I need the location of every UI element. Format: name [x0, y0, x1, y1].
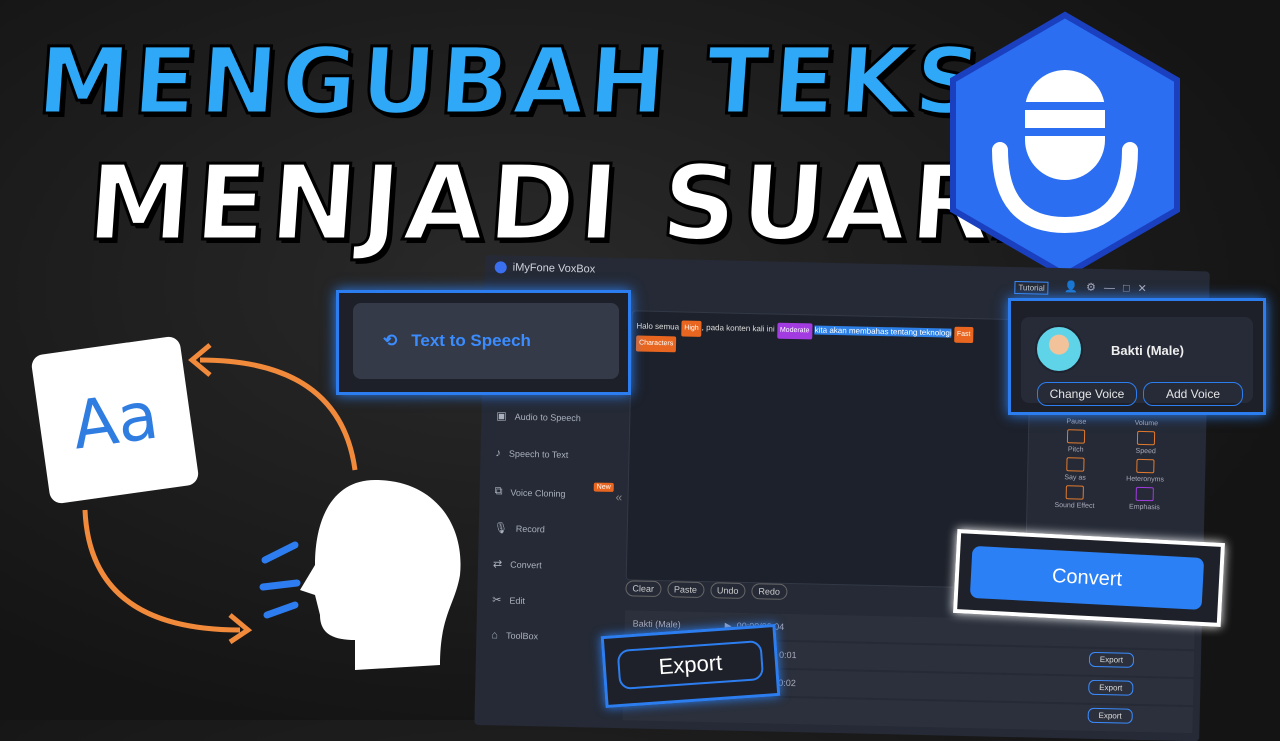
text-to-speech-highlight: ⟲ Text to Speech — [336, 290, 631, 395]
tool-pitch[interactable]: Pitch — [1041, 429, 1112, 455]
editor-toolbar: Clear Paste Undo Redo — [625, 580, 788, 600]
scissors-icon: ✂ — [492, 594, 502, 607]
sidebar-item-toolbox[interactable]: ⌂ ToolBox — [491, 629, 538, 642]
audio-icon: ▣ — [496, 410, 507, 423]
export-button[interactable]: Export — [1087, 707, 1133, 724]
segment-text: pada konten kali ini — [706, 323, 775, 334]
headline-line1: MENGUBAH TEKS — [33, 27, 991, 137]
window-title: iMyFone VoxBox — [512, 261, 596, 276]
tool-heteronyms[interactable]: Heteronyms — [1110, 458, 1181, 484]
convert-button[interactable]: Convert — [969, 545, 1205, 610]
sound-effect-icon — [1065, 485, 1084, 500]
convert-highlight: Convert — [952, 529, 1226, 627]
add-voice-button[interactable]: Add Voice — [1143, 382, 1243, 406]
mic-icon: 🎙 — [493, 522, 508, 535]
sidebar-item-edit[interactable]: ✂ Edit — [492, 593, 525, 607]
tutorial-button[interactable]: Tutorial — [1014, 281, 1049, 295]
voice-name: Bakti (Male) — [1111, 343, 1184, 358]
undo-button[interactable]: Undo — [709, 582, 746, 599]
tool-pause[interactable]: Pause — [1041, 418, 1111, 427]
pitch-icon — [1066, 429, 1086, 444]
speech-text-icon: ♪ — [495, 447, 502, 460]
change-voice-button[interactable]: Change Voice — [1037, 382, 1137, 406]
sidebar-item-convert[interactable]: ⇄ Convert — [493, 557, 542, 571]
emphasis-icon — [1135, 486, 1154, 502]
tts-icon: ⟲ — [383, 331, 398, 350]
speaking-head-icon — [259, 480, 461, 670]
tool-speed[interactable]: Speed — [1111, 430, 1182, 456]
segment-text: Halo semua — [636, 321, 680, 332]
speed-icon — [1136, 430, 1156, 446]
clone-icon: ⧉ — [494, 485, 503, 498]
segment-text-selected: kita akan membahas tentang teknologi — [814, 325, 952, 338]
redo-button[interactable]: Redo — [751, 583, 788, 600]
characters-tag[interactable]: Characters — [635, 335, 677, 353]
collapse-icon[interactable]: « — [615, 490, 622, 504]
export-button-large[interactable]: Export — [616, 639, 765, 691]
sidebar-item-voice-cloning[interactable]: ⧉ Voice Cloning New — [494, 482, 614, 501]
new-badge: New — [593, 482, 614, 492]
tool-grid: Pause Volume Pitch Speed Say as Heterony… — [1039, 418, 1181, 512]
toolbox-icon: ⌂ — [491, 629, 499, 642]
voxbox-logo-icon — [950, 11, 1180, 279]
app-logo-icon — [494, 261, 507, 274]
sidebar-item-audio-to-speech[interactable]: ▣ Audio to Speech — [496, 409, 581, 424]
sidebar-item-text-to-speech[interactable]: ⟲ Text to Speech — [353, 303, 619, 379]
window-controls[interactable]: 👤⚙—□✕ — [1064, 280, 1155, 295]
tool-emphasis[interactable]: Emphasis — [1109, 486, 1180, 512]
headline-line2: MENJADI SUARA — [82, 141, 1085, 266]
sidebar-item-record[interactable]: 🎙 Record — [494, 521, 545, 535]
export-button[interactable]: Export — [1088, 679, 1134, 696]
editor-content: Halo semua High, pada konten kali ini Mo… — [632, 311, 1031, 368]
segment-tag[interactable]: Moderate — [776, 322, 813, 340]
export-highlight: Export — [600, 623, 781, 709]
voice-avatar — [1035, 325, 1083, 373]
voice-panel: Bakti (Male) Change Voice Add Voice — [1008, 298, 1266, 415]
paste-button[interactable]: Paste — [666, 581, 705, 599]
segment-tag[interactable]: High — [681, 320, 702, 337]
tool-sound-effect[interactable]: Sound Effect — [1039, 485, 1110, 511]
clear-button[interactable]: Clear — [625, 580, 662, 598]
sidebar-item-speech-to-text[interactable]: ♪ Speech to Text — [495, 447, 568, 461]
tool-volume[interactable]: Volume — [1111, 419, 1181, 428]
say-as-icon — [1066, 457, 1085, 472]
tool-say-as[interactable]: Say as — [1040, 457, 1111, 483]
segment-tag[interactable]: Fast — [953, 326, 974, 344]
export-button[interactable]: Export — [1088, 651, 1135, 668]
heteronyms-icon — [1136, 458, 1155, 474]
convert-icon: ⇄ — [492, 558, 503, 571]
